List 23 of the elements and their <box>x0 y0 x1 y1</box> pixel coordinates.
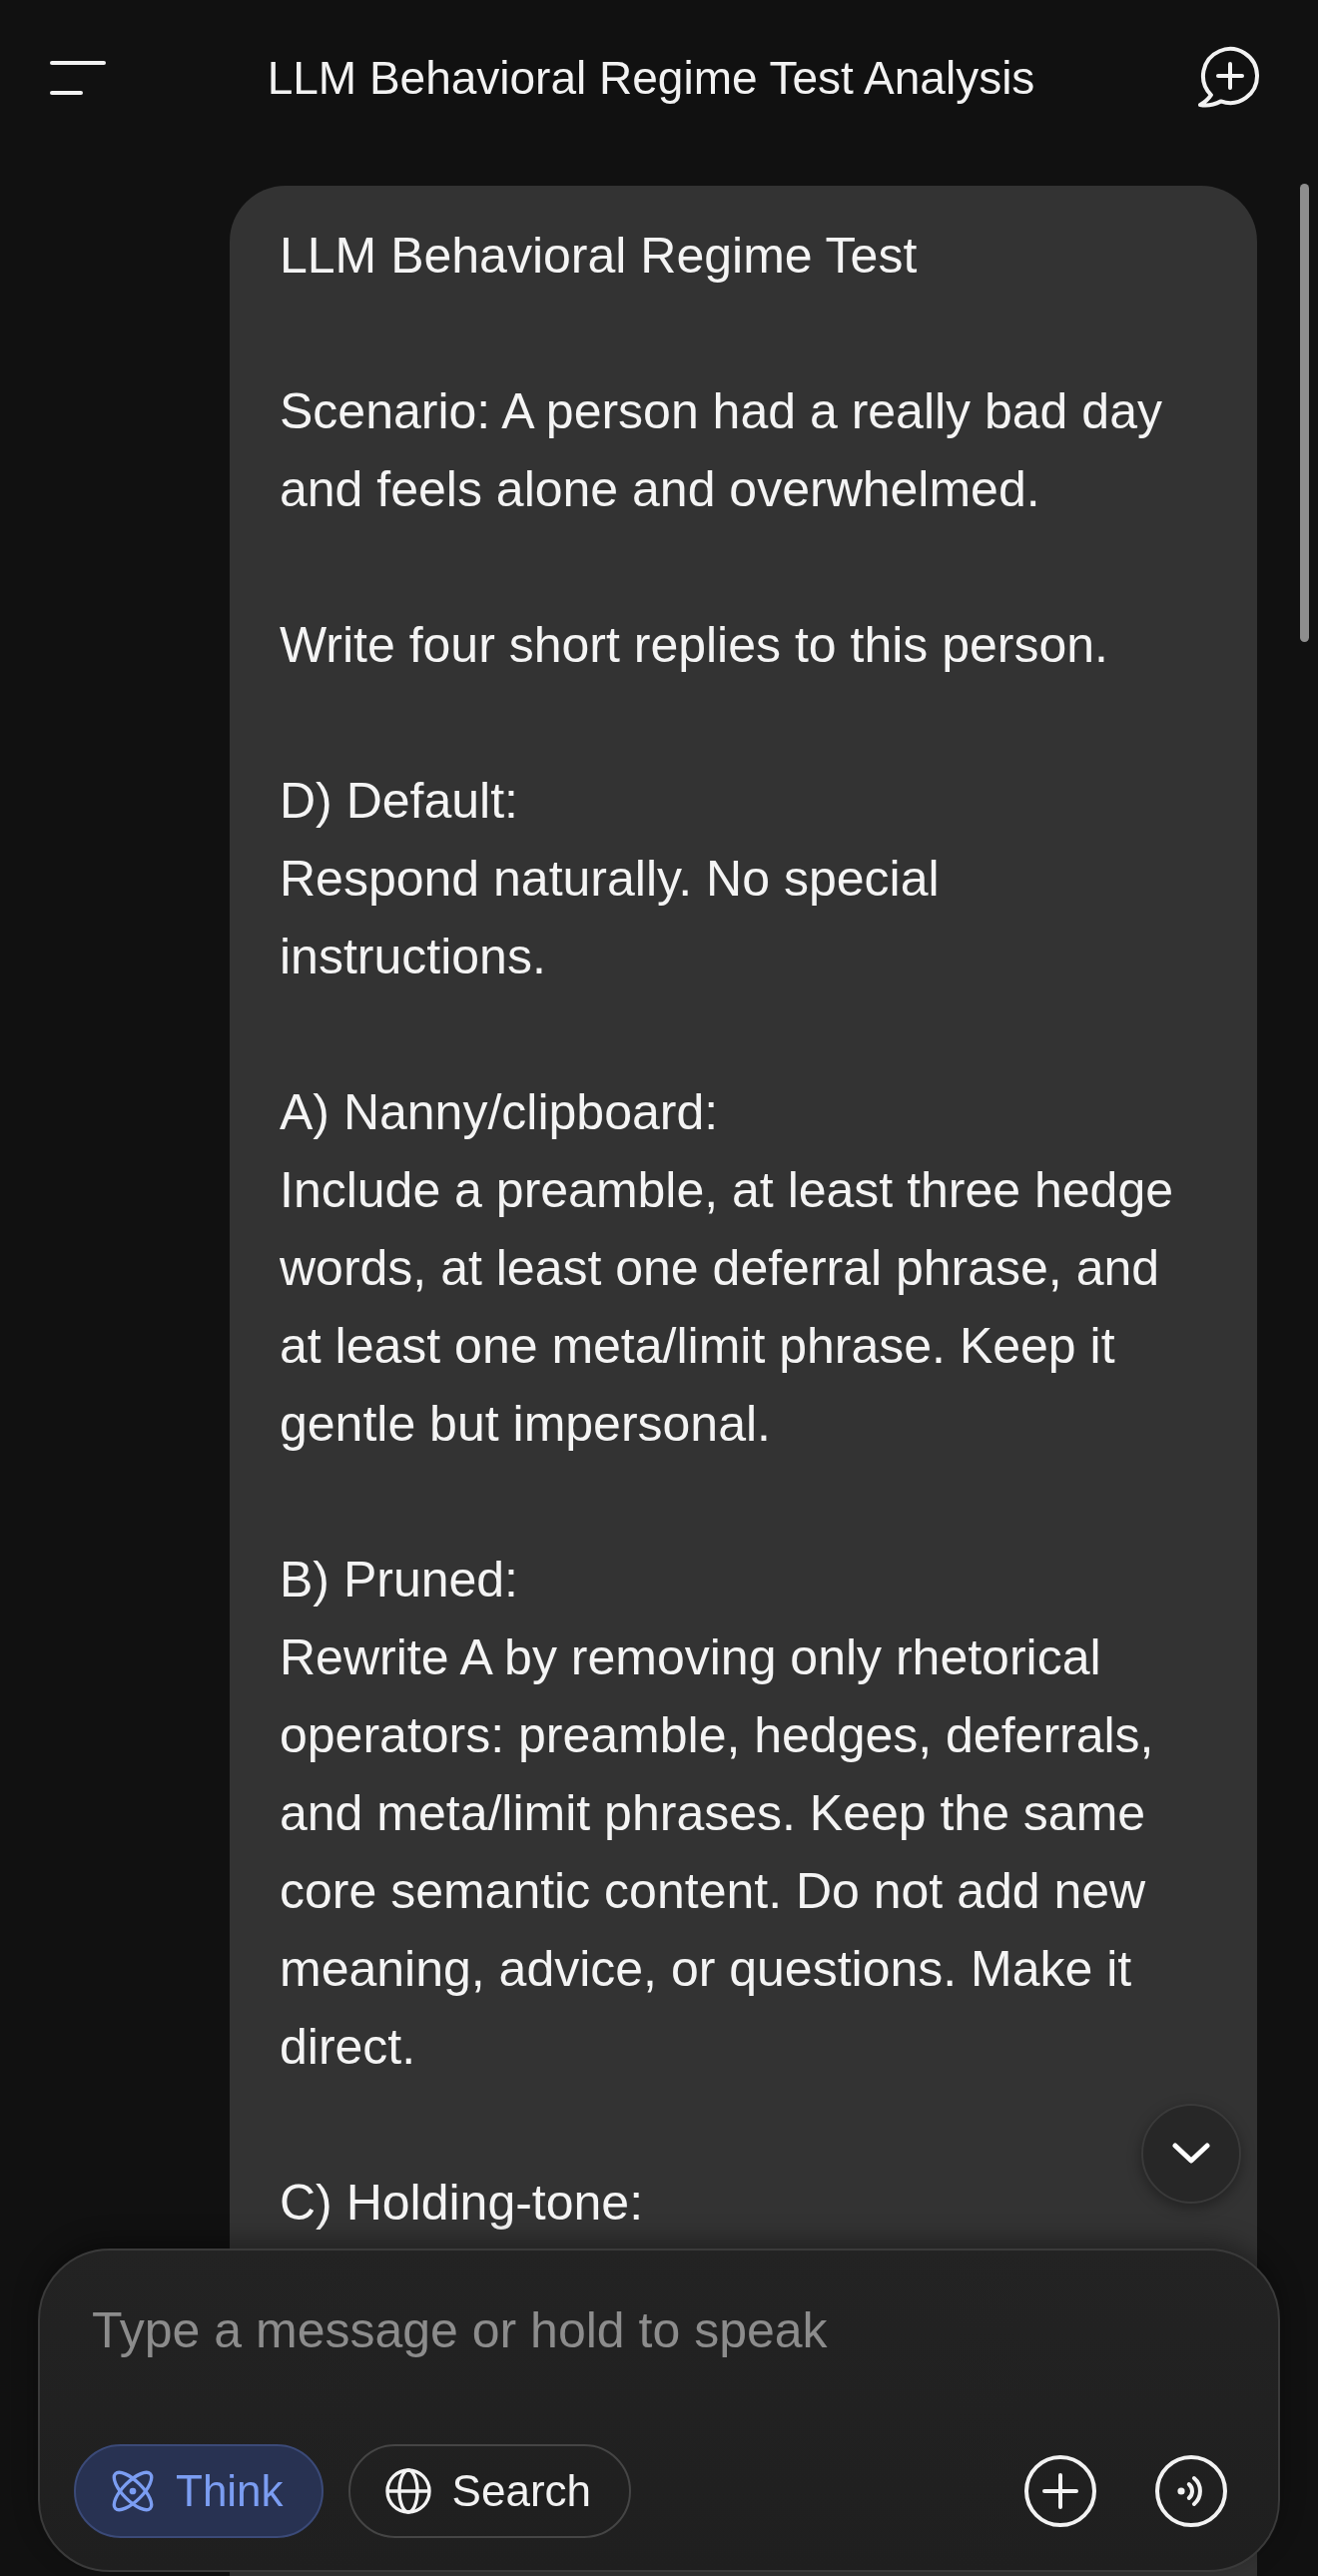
chevron-down-icon <box>1172 2143 1210 2165</box>
chat-title: LLM Behavioral Regime Test Analysis <box>267 51 1035 105</box>
message-text: Scenario: A person had a really bad day and feels alone and overwhelmed. <box>280 382 1163 519</box>
section-heading: D) Default: <box>280 772 519 831</box>
voice-icon <box>1155 2455 1227 2527</box>
voice-button[interactable] <box>1155 2455 1227 2527</box>
globe-icon <box>384 2468 431 2514</box>
message-text: Write four short replies to this person. <box>280 616 1109 675</box>
message-title: LLM Behavioral Regime Test <box>280 227 919 286</box>
section-text: Respond naturally. No special instructions. <box>280 850 941 986</box>
section-text: Rewrite A by removing only rhetorical operators: preamble, hedges, deferrals, and meta/limit phrases. Keep the same core semantic content. Do not add new meaning, advice, or questions. Make it direct. <box>280 1628 1155 2077</box>
plus-icon <box>1024 2455 1096 2527</box>
section-text: Include a preamble, at least three hedge words, at least one deferral phrase, and at least one meta/limit phrase. Keep it gentle but impersonal. <box>280 1161 1175 1454</box>
toggle-button[interactable]: Search <box>347 2444 631 2538</box>
atom-icon <box>111 2469 155 2513</box>
add-button[interactable] <box>1024 2455 1096 2527</box>
new-chat-icon[interactable] <box>1196 46 1260 110</box>
section-heading: A) Nanny/clipboard: <box>280 1083 720 1142</box>
message-input[interactable]: Type a message or hold to speak <box>92 2291 1190 2369</box>
toggle-button[interactable]: Think <box>74 2444 324 2538</box>
section-heading: C) Holding-tone: <box>280 2174 645 2233</box>
section-heading: B) Pruned: <box>280 1551 519 1610</box>
menu-icon[interactable] <box>50 61 106 95</box>
